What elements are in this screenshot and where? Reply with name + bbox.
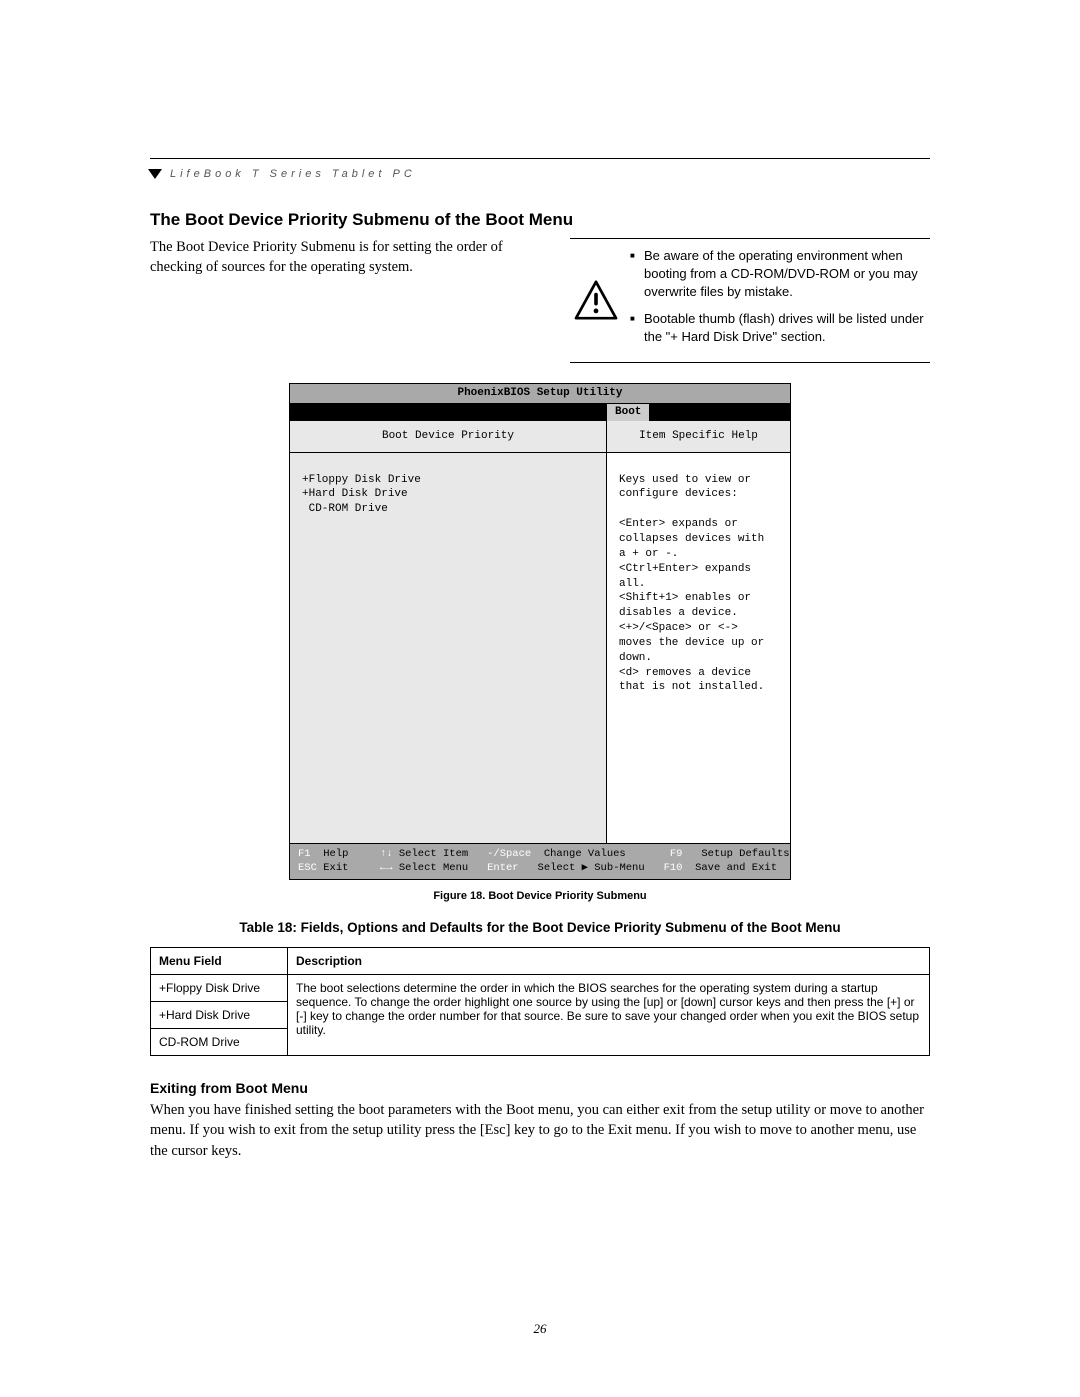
exiting-heading: Exiting from Boot Menu <box>150 1080 930 1096</box>
bios-tab-boot: Boot <box>607 404 649 421</box>
caution-icon <box>574 247 618 354</box>
bios-left-heading: Boot Device Priority <box>290 421 606 453</box>
figure-caption: Figure 18. Boot Device Priority Submenu <box>150 890 930 902</box>
bios-right-heading: Item Specific Help <box>607 421 790 453</box>
section-intro: The Boot Device Priority Submenu is for … <box>150 238 530 363</box>
table-caption: Table 18: Fields, Options and Defaults f… <box>150 920 930 935</box>
th-menu-field: Menu Field <box>151 948 288 975</box>
table-row-field: CD-ROM Drive <box>151 1029 288 1056</box>
bios-device-list: +Floppy Disk Drive +Hard Disk Drive CD-R… <box>290 453 606 843</box>
section-title: The Boot Device Priority Submenu of the … <box>150 210 930 230</box>
exiting-body: When you have finished setting the boot … <box>150 1100 930 1161</box>
top-rule <box>150 158 930 159</box>
table-description: The boot selections determine the order … <box>288 975 930 1056</box>
page-header: LifeBook T Series Tablet PC <box>150 168 930 180</box>
arrow-down-icon <box>148 169 162 179</box>
bios-help-text: Keys used to view or configure devices: … <box>607 453 790 723</box>
caution-item: Be aware of the operating environment wh… <box>630 247 926 302</box>
caution-item: Bootable thumb (flash) drives will be li… <box>630 310 926 346</box>
th-description: Description <box>288 948 930 975</box>
caution-box: Be aware of the operating environment wh… <box>570 238 930 363</box>
bios-device: +Hard Disk Drive <box>302 487 594 502</box>
bios-screenshot: PhoenixBIOS Setup Utility Boot Boot Devi… <box>289 383 791 880</box>
page-number: 26 <box>0 1321 1080 1337</box>
fields-table: Menu Field Description +Floppy Disk Driv… <box>150 947 930 1056</box>
caution-list: Be aware of the operating environment wh… <box>630 247 926 354</box>
bios-device: CD-ROM Drive <box>302 502 594 517</box>
bios-device: +Floppy Disk Drive <box>302 473 594 488</box>
bios-footer: F1 Help ↑↓ Select Item -/Space Change Va… <box>290 843 790 879</box>
table-row-field: +Floppy Disk Drive <box>151 975 288 1002</box>
table-row-field: +Hard Disk Drive <box>151 1002 288 1029</box>
bios-title: PhoenixBIOS Setup Utility <box>290 384 790 404</box>
product-line: LifeBook T Series Tablet PC <box>170 168 416 180</box>
bios-tab-bar: Boot <box>290 404 790 420</box>
